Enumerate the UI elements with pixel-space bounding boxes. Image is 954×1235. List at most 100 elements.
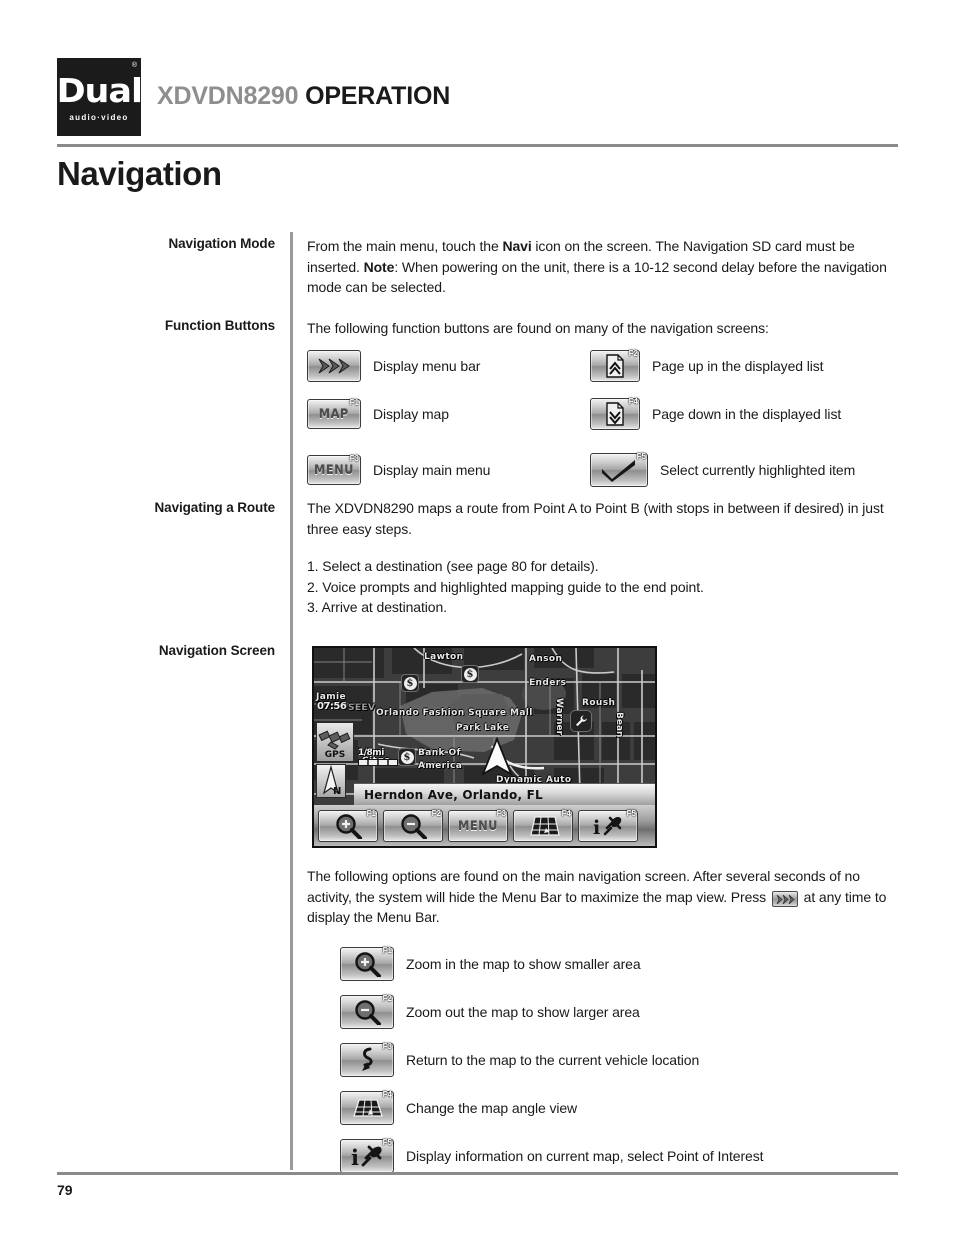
zoom-out-icon[interactable]: F2 [383,809,443,842]
vehicle-position-arrow-icon [481,737,513,777]
function-button-caption: Display main menu [373,462,491,478]
compass-icon[interactable]: N [316,764,346,798]
dual-logo: ® Dual audio·video [56,58,143,136]
map-poi-label: Bank Of [418,748,461,758]
page-up-icon[interactable]: F2 [590,350,640,382]
header-title: XDVDN8290 OPERATION [157,82,450,111]
navigating-route-intro: The XDVDN8290 maps a route from Point A … [307,500,884,537]
footer-divider-rule [57,1172,898,1175]
menu-icon[interactable]: F3 MENU [307,455,361,485]
magnifier-minus-glyph [401,813,427,839]
bank-poi-icon[interactable]: $ [401,674,419,692]
current-address-bar: Herndon Ave, Orlando, FL [354,783,655,805]
check-icon[interactable]: F5 [590,453,648,487]
page-header: ® Dual audio·video XDVDN8290 OPERATION [56,58,898,140]
magnifier-minus-glyph [355,1000,381,1025]
wrench-glyph [574,714,587,727]
page-down-icon[interactable]: F4 [590,398,640,430]
function-key-label: F1 [382,946,392,955]
option-caption: Return to the map to the current vehicle… [406,1052,700,1068]
option-caption: Zoom in the map to show smaller area [406,956,641,972]
function-buttons-row: F1 MAP Display map F4 Page down in the d… [307,393,907,435]
function-key-label: F2 [628,349,638,358]
function-button-caption: Display menu bar [373,358,481,374]
magnifier-plus-glyph [336,813,362,839]
bank-poi-icon[interactable]: $ [461,665,479,683]
map-street-label: Lawton [424,652,464,662]
satellite-glyph [318,730,351,750]
map-street-label: Anson [529,654,563,664]
bank-poi-symbol: $ [400,750,414,764]
gps-status-icon: GPS [316,722,354,762]
map-icon[interactable]: F1 MAP [307,399,361,429]
bank-poi-icon[interactable]: $ [398,748,416,766]
function-button-item: F5 Select currently highlighted item [590,453,873,487]
vehicle-route-glyph [362,1047,373,1071]
route-step: 3. Arrive at destination. [307,599,447,615]
svg-text:i: i [593,817,600,838]
registered-trademark-icon: ® [131,62,137,69]
map-perspective-grid-glyph [353,1099,383,1117]
compass-needle-glyph: N [322,765,341,797]
map-angle-icon[interactable]: F4 [340,1091,394,1125]
navigation-screen-note: The following options are found on the m… [307,866,899,928]
function-buttons-row: Display menu bar F2 Page up in the displ… [307,345,907,387]
nav-mode-bold-navi: Navi [502,238,532,254]
navigation-screen-screenshot: Lawton Anson Enders Roush Jamie Orlando … [312,646,657,848]
function-button-item: F1 MAP Display map [307,399,590,429]
function-key-label: F3 [496,808,506,818]
function-button-caption: Page down in the displayed list [652,406,842,422]
map-scale-value: 1/8mi [358,748,384,758]
list-item: F1 Zoom in the map to show smaller area [340,940,900,988]
chevrons-icon[interactable] [771,890,798,907]
function-buttons-row: F3 MENU Display main menu F5 Select curr… [307,449,907,491]
page-number: 79 [57,1182,73,1198]
info-pushpin-glyph: i [351,1145,382,1169]
bank-poi-symbol: $ [463,667,477,681]
function-key-label: F1 [366,808,376,818]
function-buttons-intro-text: The following function buttons are found… [307,320,769,336]
nav-mode-text-3: : When powering on the unit, there is a … [307,258,887,296]
menu-icon[interactable]: F3 MENU [448,808,508,842]
option-caption: Change the map angle view [406,1100,578,1116]
info-poi-icon[interactable]: F5 i [578,809,638,842]
magnifier-plus-glyph [355,952,381,977]
label-navigating-route: Navigating a Route [154,500,276,515]
navigation-options-list: F1 Zoom in the map to show smaller area … [340,940,900,1180]
function-buttons-grid: Display menu bar F2 Page up in the displ… [307,345,907,497]
function-key-label: F5 [382,1138,392,1147]
option-caption: Display information on current map, sele… [406,1148,764,1164]
zoom-out-icon[interactable]: F2 [340,995,394,1029]
map-surface[interactable]: Lawton Anson Enders Roush Jamie Orlando … [314,648,655,846]
logo-wordmark: Dual [56,71,142,110]
current-location-icon[interactable]: F3 [340,1043,394,1077]
nav-mode-bold-note: Note [363,258,395,275]
list-item: F3 Return to the map to the current vehi… [340,1036,900,1084]
chevrons-glyph [318,358,350,374]
function-key-label: F4 [561,808,571,818]
zoom-in-icon[interactable]: F1 [340,947,394,981]
chevrons-icon[interactable] [307,350,361,382]
page-down-glyph [606,402,624,426]
function-button-caption: Display map [373,406,449,422]
zoom-in-icon[interactable]: F1 [318,808,378,842]
route-step: 2. Voice prompts and highlighted mapping… [307,578,704,595]
header-divider-rule [57,144,898,147]
function-key-label: F5 [636,452,646,461]
function-key-label: F4 [628,397,638,406]
current-address-text: Herndon Ave, Orlando, FL [364,787,543,802]
label-navigation-mode: Navigation Mode [168,236,275,251]
info-poi-icon[interactable]: F5 i [340,1139,394,1173]
page-up-glyph [606,354,624,378]
function-key-label: F1 [349,398,359,407]
label-function-buttons: Function Buttons [164,318,275,333]
map-street-label: Roush [582,698,616,708]
map-angle-icon[interactable]: F4 [513,808,573,842]
map-street-label: Bean [614,712,624,738]
function-button-item: Display menu bar [307,350,590,382]
map-street-label: SEEV [348,703,376,713]
svg-text:N: N [333,786,341,797]
service-poi-icon[interactable] [570,710,592,732]
function-button-caption: Page up in the displayed list [652,358,824,374]
map-street-label: Warner [554,698,564,736]
